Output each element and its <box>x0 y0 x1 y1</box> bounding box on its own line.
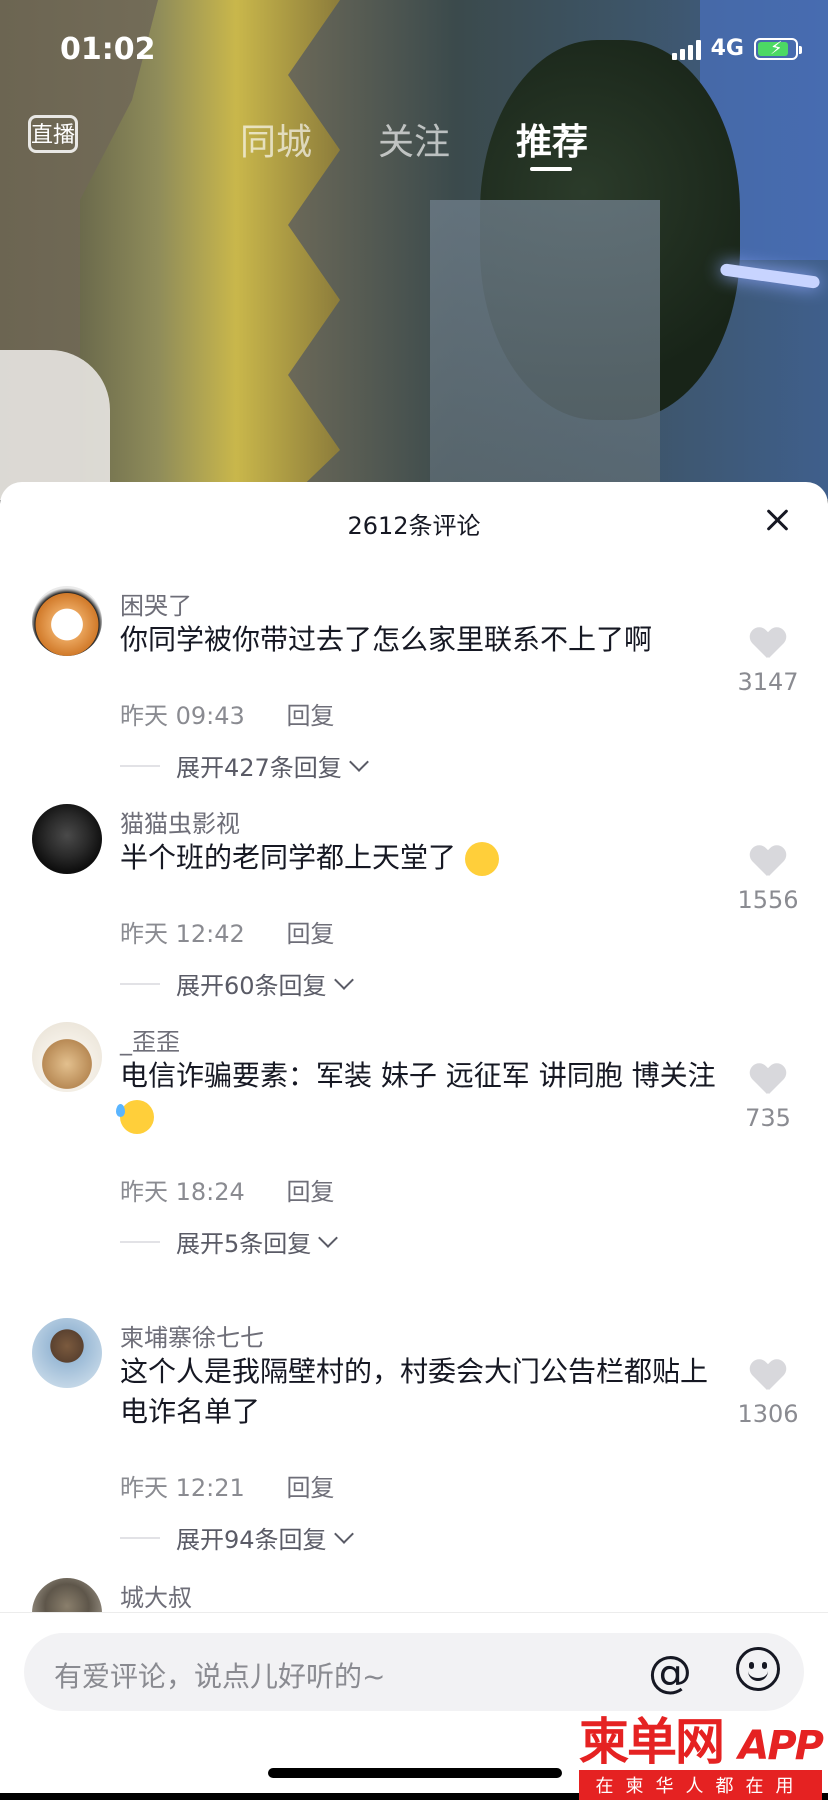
video-person-mask <box>0 350 110 500</box>
tab-following[interactable]: 关注 <box>378 113 450 165</box>
expand-replies-label: 展开5条回复 <box>176 1230 312 1258</box>
pleading-face-emoji-icon <box>464 842 499 876</box>
heart-icon <box>750 846 786 878</box>
charging-icon: ⚡ <box>770 37 783 59</box>
avatar[interactable] <box>32 804 102 874</box>
chevron-down-icon <box>348 751 369 772</box>
like-count: 1556 <box>737 886 799 914</box>
chevron-down-icon <box>333 1523 354 1544</box>
status-time: 01:02 <box>60 32 156 67</box>
like-button[interactable]: 735 <box>728 1064 808 1132</box>
like-count: 3147 <box>737 668 799 696</box>
like-count: 1306 <box>737 1400 799 1428</box>
comments-header: 2612条评论 <box>0 482 828 558</box>
divider <box>120 1240 160 1243</box>
comment-username[interactable]: 困哭了 <box>120 586 192 621</box>
comment-meta: 昨天 18:24 回复 <box>120 1172 334 1207</box>
live-icon[interactable]: 直播 <box>28 115 78 153</box>
like-count: 735 <box>745 1104 791 1132</box>
comment-text-body: 电信诈骗要素：军装 妹子 远征军 讲同胞 博关注 <box>120 1059 716 1092</box>
tab-nearby[interactable]: 同城 <box>240 113 312 165</box>
comment-meta: 昨天 09:43 回复 <box>120 696 334 731</box>
avatar[interactable] <box>32 1318 102 1388</box>
network-type: 4G <box>710 36 744 61</box>
comment-time: 昨天 18:24 <box>120 1178 245 1206</box>
status-indicators: 4G ⚡ <box>671 36 802 61</box>
divider <box>120 764 160 767</box>
expand-replies[interactable]: 展开94条回复 <box>120 1520 354 1555</box>
expand-replies[interactable]: 展开5条回复 <box>120 1224 339 1259</box>
home-indicator[interactable] <box>268 1768 562 1778</box>
reply-button[interactable]: 回复 <box>286 920 334 948</box>
signal-icon <box>671 38 701 60</box>
expand-replies[interactable]: 展开60条回复 <box>120 966 354 1001</box>
watermark-app: APP <box>738 1723 824 1769</box>
comment-text[interactable]: 你同学被你带过去了怎么家里联系不上了啊 <box>120 620 730 660</box>
chevron-down-icon <box>333 969 354 990</box>
watermark-logo: 柬单网 APP 在柬华人都在用 <box>578 1702 824 1800</box>
comment-username[interactable]: 城大叔 <box>120 1578 192 1613</box>
expand-replies-label: 展开427条回复 <box>176 754 342 782</box>
like-button[interactable]: 1556 <box>728 846 808 914</box>
emoji-icon[interactable] <box>736 1647 780 1691</box>
comment-input[interactable]: 有爱评论，说点儿好听的~ @ <box>24 1633 804 1711</box>
comment-time: 昨天 12:21 <box>120 1474 245 1502</box>
comment-text[interactable]: 电信诈骗要素：军装 妹子 远征军 讲同胞 博关注 <box>116 1056 730 1136</box>
comment-count: 2612条评论 <box>347 512 481 540</box>
comment-input-placeholder: 有爱评论，说点儿好听的~ <box>54 1660 386 1693</box>
status-bar: 01:02 4G ⚡ <box>0 0 828 100</box>
expand-replies[interactable]: 展开427条回复 <box>120 748 369 783</box>
comment-username[interactable]: _歪歪 <box>120 1022 180 1057</box>
comment-username[interactable]: 猫猫虫影视 <box>120 804 240 839</box>
active-tab-indicator <box>530 167 572 171</box>
comment-time: 昨天 09:43 <box>120 702 245 730</box>
comment-text[interactable]: 这个人是我隔壁村的，村委会大门公告栏都贴上电诈名单了 <box>120 1352 730 1432</box>
reply-button[interactable]: 回复 <box>286 1178 334 1206</box>
avatar[interactable] <box>32 586 102 656</box>
watermark-subtitle: 在柬华人都在用 <box>578 1770 822 1800</box>
comment-meta: 昨天 12:42 回复 <box>120 914 334 949</box>
battery-icon: ⚡ <box>754 37 802 60</box>
chevron-down-icon <box>318 1227 339 1248</box>
thinking-sweat-emoji-icon <box>116 1100 154 1134</box>
comment-text[interactable]: 半个班的老同学都上天堂了 <box>120 838 730 878</box>
divider <box>120 982 160 985</box>
expand-replies-label: 展开60条回复 <box>176 972 327 1000</box>
tab-recommended[interactable]: 推荐 <box>516 113 588 165</box>
video-wall <box>430 200 660 500</box>
reply-button[interactable]: 回复 <box>286 1474 334 1502</box>
comments-sheet: 2612条评论 困哭了 你同学被你带过去了怎么家里联系不上了啊 昨天 09:43… <box>0 482 828 1792</box>
reply-button[interactable]: 回复 <box>286 702 334 730</box>
like-button[interactable]: 3147 <box>728 628 808 696</box>
mention-icon[interactable]: @ <box>648 1647 692 1698</box>
watermark-title: 柬单网 APP <box>578 1702 824 1774</box>
heart-icon <box>750 1360 786 1392</box>
watermark-brand: 柬单网 <box>578 1713 725 1771</box>
avatar[interactable] <box>32 1022 102 1092</box>
heart-icon <box>750 628 786 660</box>
divider <box>120 1536 160 1539</box>
comment-text-body: 半个班的老同学都上天堂了 <box>120 841 457 874</box>
top-nav: 直播 同城 关注 推荐 <box>0 105 828 175</box>
comment-username[interactable]: 柬埔寨徐七七 <box>120 1318 264 1353</box>
comment-meta: 昨天 12:21 回复 <box>120 1468 334 1503</box>
expand-replies-label: 展开94条回复 <box>176 1526 327 1554</box>
like-button[interactable]: 1306 <box>728 1360 808 1428</box>
close-icon[interactable] <box>758 500 798 540</box>
comment-time: 昨天 12:42 <box>120 920 245 948</box>
heart-icon <box>750 1064 786 1096</box>
